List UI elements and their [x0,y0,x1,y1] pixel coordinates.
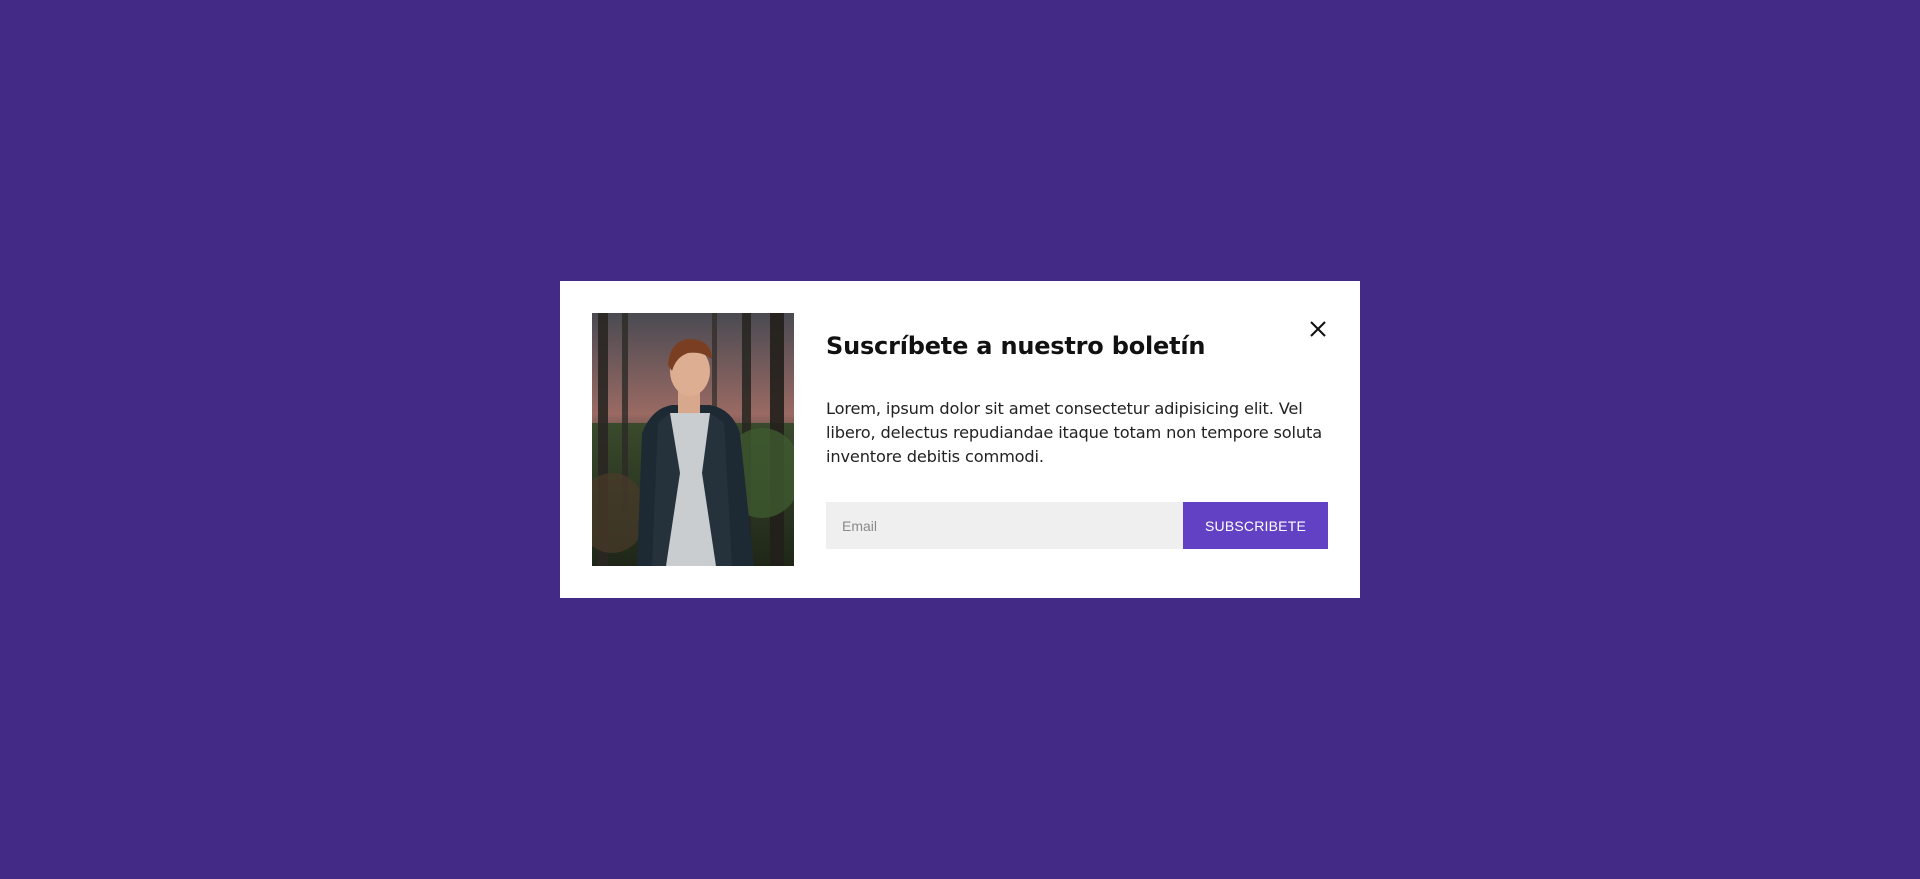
subscribe-form: SUBSCRIBETE [826,502,1328,549]
modal-content: Suscríbete a nuestro boletín Lorem, ipsu… [826,329,1329,469]
person-photo [592,313,794,566]
modal-description: Lorem, ipsum dolor sit amet consectetur … [826,399,1322,466]
subscribe-button[interactable]: SUBSCRIBETE [1183,502,1328,549]
modal-title: Suscríbete a nuestro boletín [826,332,1206,360]
email-input[interactable] [826,502,1183,549]
newsletter-modal: Suscríbete a nuestro boletín Lorem, ipsu… [560,281,1360,598]
